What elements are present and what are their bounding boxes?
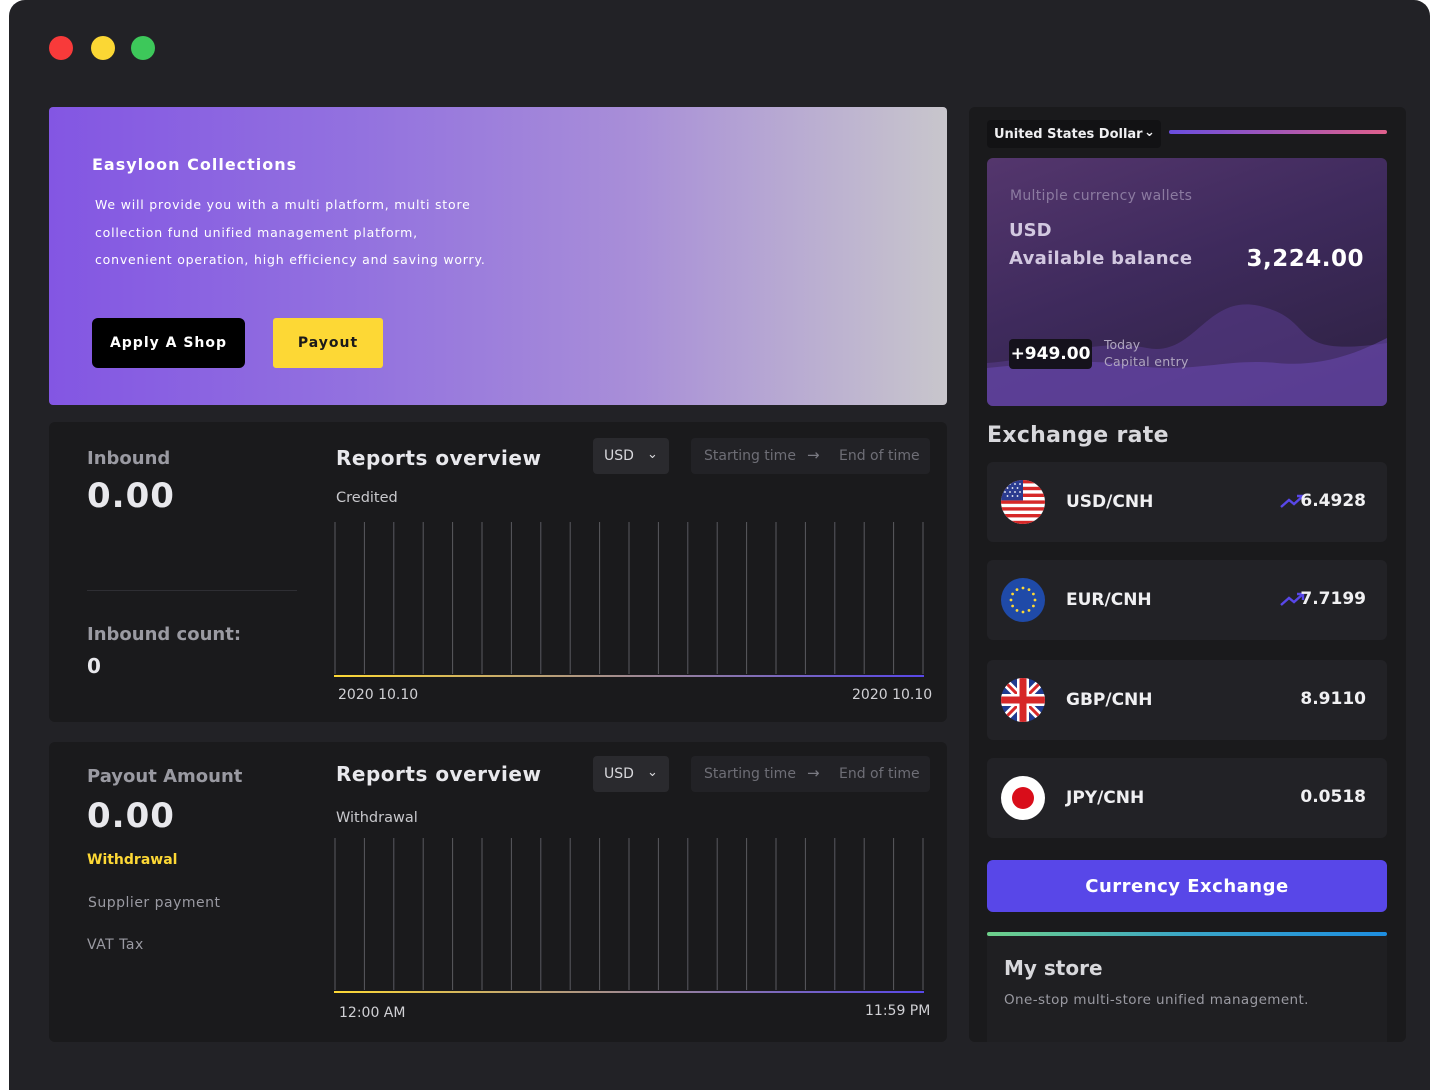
- wallet-currency: USD: [1009, 220, 1052, 241]
- report-subtitle: Credited: [336, 490, 398, 506]
- exchange-pair: EUR/CNH: [1066, 590, 1152, 610]
- payout-card: Payout Amount 0.00 Withdrawal Supplier p…: [49, 742, 947, 1042]
- payout-label: Payout Amount: [87, 766, 243, 787]
- x-axis-start-label: 12:00 AM: [339, 1005, 406, 1021]
- start-time-field[interactable]: Starting time: [704, 766, 796, 782]
- currency-select-value: USD: [604, 766, 634, 782]
- wallet-currency-select[interactable]: United States Dollar ⌄: [987, 120, 1161, 148]
- exchange-rate-value: 8.9110: [1300, 689, 1366, 709]
- exchange-rate-title: Exchange rate: [987, 423, 1169, 448]
- date-range-picker[interactable]: Starting time → End of time: [691, 438, 930, 474]
- arrow-right-icon: →: [807, 764, 820, 782]
- right-panel: United States Dollar ⌄ Multiple currency…: [969, 107, 1406, 1042]
- capital-entry-label: Capital entry: [1104, 354, 1189, 369]
- chevron-down-icon: ⌄: [647, 765, 658, 780]
- arrow-right-icon: →: [807, 446, 820, 464]
- exchange-row-usd[interactable]: USD/CNH 6.4928: [987, 462, 1387, 542]
- x-axis-start-label: 2020 10.10: [338, 687, 419, 703]
- window-maximize-button[interactable]: [131, 36, 155, 60]
- hero-description: We will provide you with a multi platfor…: [95, 197, 486, 267]
- tab-withdrawal[interactable]: Withdrawal: [87, 852, 177, 868]
- x-axis-end-label: 11:59 PM: [865, 1003, 931, 1019]
- app-window: Easyloon Collections We will provide you…: [9, 0, 1430, 1090]
- window-minimize-button[interactable]: [91, 36, 115, 60]
- eu-flag-icon: [1001, 578, 1045, 622]
- accent-line: [1169, 130, 1387, 134]
- exchange-pair: GBP/CNH: [1066, 690, 1153, 710]
- exchange-row-eur[interactable]: EUR/CNH 7.7199: [987, 560, 1387, 640]
- date-range-picker[interactable]: Starting time → End of time: [691, 756, 930, 792]
- hero-title: Easyloon Collections: [92, 155, 298, 174]
- today-entry-badge: +949.00: [1009, 339, 1092, 369]
- exchange-rate-value: 6.4928: [1300, 491, 1366, 511]
- wallet-card: Multiple currency wallets USD Available …: [987, 158, 1387, 406]
- hero-banner: Easyloon Collections We will provide you…: [49, 107, 947, 405]
- end-time-field[interactable]: End of time: [839, 448, 920, 464]
- my-store-card[interactable]: My store One-stop multi-store unified ma…: [987, 936, 1387, 1042]
- report-title: Reports overview: [336, 762, 542, 786]
- inbound-value: 0.00: [87, 476, 175, 516]
- exchange-pair: JPY/CNH: [1066, 788, 1145, 808]
- currency-select-value: USD: [604, 448, 634, 464]
- divider: [87, 590, 297, 591]
- currency-select[interactable]: USD ⌄: [593, 438, 669, 474]
- uk-flag-icon: [1001, 678, 1045, 722]
- payout-value: 0.00: [87, 796, 175, 836]
- available-balance-value: 3,224.00: [1246, 246, 1364, 272]
- inbound-chart: [334, 522, 924, 677]
- currency-select[interactable]: USD ⌄: [593, 756, 669, 792]
- available-balance-label: Available balance: [1009, 248, 1193, 269]
- store-description: One-stop multi-store unified management.: [1004, 992, 1309, 1008]
- wallet-label: Multiple currency wallets: [1010, 188, 1193, 204]
- x-axis-end-label: 2020 10.10: [852, 687, 933, 703]
- tab-supplier-payment[interactable]: Supplier payment: [88, 895, 221, 911]
- exchange-row-gbp[interactable]: GBP/CNH 8.9110: [987, 660, 1387, 740]
- currency-exchange-button[interactable]: Currency Exchange: [987, 860, 1387, 912]
- chevron-down-icon: ⌄: [647, 447, 658, 462]
- window-close-button[interactable]: [49, 36, 73, 60]
- us-flag-icon: [1001, 480, 1045, 524]
- apply-shop-button[interactable]: Apply A Shop: [92, 318, 245, 368]
- exchange-pair: USD/CNH: [1066, 492, 1154, 512]
- inbound-count-label: Inbound count:: [87, 624, 242, 645]
- jp-flag-icon: [1001, 776, 1045, 820]
- store-title: My store: [1004, 956, 1103, 980]
- tab-vat-tax[interactable]: VAT Tax: [87, 937, 144, 953]
- start-time-field[interactable]: Starting time: [704, 448, 796, 464]
- payout-chart: [334, 838, 924, 993]
- exchange-rate-value: 0.0518: [1300, 787, 1366, 807]
- inbound-count-value: 0: [87, 654, 101, 678]
- report-title: Reports overview: [336, 446, 542, 470]
- inbound-card: Inbound 0.00 Inbound count: 0 Reports ov…: [49, 422, 947, 722]
- exchange-row-jpy[interactable]: JPY/CNH 0.0518: [987, 758, 1387, 838]
- payout-button[interactable]: Payout: [273, 318, 383, 368]
- wallet-currency-value: United States Dollar: [994, 127, 1143, 142]
- chevron-down-icon: ⌄: [1144, 125, 1155, 140]
- inbound-label: Inbound: [87, 448, 171, 469]
- exchange-rate-value: 7.7199: [1300, 589, 1366, 609]
- today-label: Today: [1104, 337, 1141, 352]
- report-subtitle: Withdrawal: [336, 810, 418, 826]
- end-time-field[interactable]: End of time: [839, 766, 920, 782]
